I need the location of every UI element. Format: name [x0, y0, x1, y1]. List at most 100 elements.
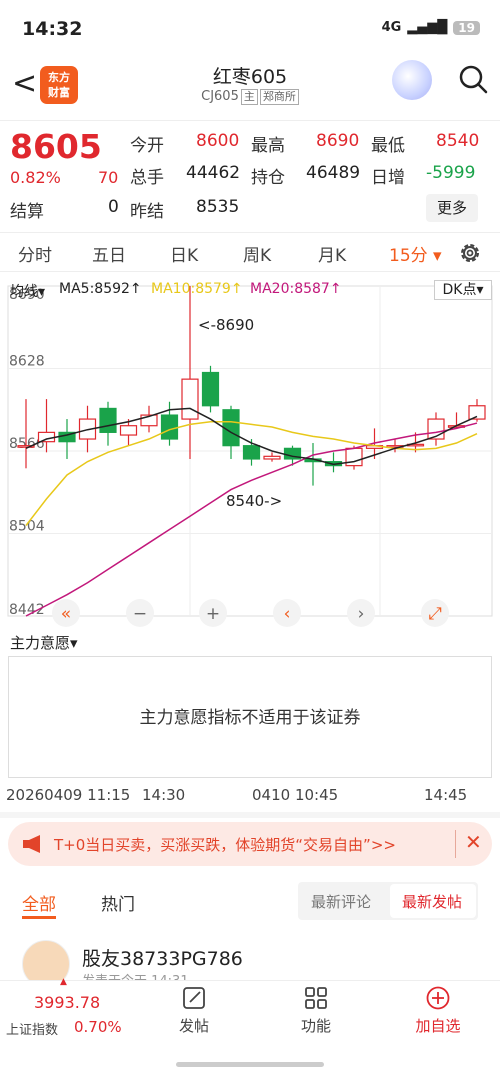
- sort-toggle: 最新评论 最新发帖: [298, 882, 478, 920]
- y-tick-label: 8504: [9, 519, 45, 535]
- ma-label-text: 均线: [10, 284, 38, 300]
- signal-icon: ▂▄▆█: [407, 20, 448, 35]
- tab-all[interactable]: 全部: [22, 890, 56, 915]
- sort-latest-comment[interactable]: 最新评论: [311, 891, 371, 912]
- ma5-value: MA5:8592↑: [59, 281, 142, 297]
- nav-post[interactable]: 发帖: [154, 985, 234, 1036]
- code-text: CJ605: [201, 89, 239, 104]
- tab-15min[interactable]: 15分 ▾: [389, 241, 442, 266]
- time-label-4: 14:45: [424, 786, 468, 804]
- candle-body: [201, 371, 220, 407]
- volume-value: 44462: [186, 163, 241, 183]
- open-label: 今开: [130, 136, 164, 156]
- prev-settle-value: 8535: [196, 197, 240, 217]
- search-icon[interactable]: [456, 62, 490, 96]
- candle-body: [119, 425, 138, 436]
- gear-icon[interactable]: [457, 240, 483, 266]
- volume-label: 总手: [130, 168, 164, 188]
- nav-functions[interactable]: 功能: [276, 985, 356, 1036]
- prev-settle-label: 昨结: [130, 202, 164, 222]
- more-button[interactable]: 更多: [426, 194, 478, 222]
- chart-control-0[interactable]: «: [52, 599, 80, 627]
- chart-control-2[interactable]: +: [199, 599, 227, 627]
- candle-body: [181, 378, 199, 420]
- status-icons: 4G ▂▄▆█ 19: [382, 20, 480, 35]
- chart-control-1[interactable]: −: [126, 599, 154, 627]
- nav-add-label: 加自选: [415, 1017, 461, 1035]
- control-glyph: ‹: [284, 604, 291, 624]
- open-value: 8600: [196, 131, 240, 151]
- promo-divider: [455, 830, 456, 858]
- dk-button[interactable]: DK点▾: [434, 280, 492, 300]
- control-glyph: −: [133, 604, 147, 624]
- ma-label[interactable]: 均线▾: [10, 281, 45, 301]
- nav-functions-label: 功能: [300, 1017, 331, 1035]
- high-value: 8690: [316, 131, 360, 151]
- index-ticker[interactable]: ▲ 3993.78 上证指数 0.70%: [0, 977, 140, 1041]
- y-tick-label: 8628: [9, 354, 45, 370]
- promo-text: T+0当日买卖，买涨买跌，体验期货“交易自由”>>: [54, 836, 396, 854]
- chart-control-5[interactable]: ⤢: [421, 599, 449, 627]
- index-pct: 0.70%: [74, 1018, 122, 1036]
- chart-control-3[interactable]: ‹: [273, 599, 301, 627]
- battery-icon: 19: [453, 20, 480, 35]
- dk-text: DK点: [442, 282, 477, 298]
- annotation-low: 8540->: [226, 492, 282, 510]
- sub-indicator-panel: 主力意愿指标不适用于该证券: [8, 656, 492, 778]
- candle-body: [222, 409, 240, 447]
- megaphone-icon: [23, 835, 40, 853]
- index-value: 3993.78: [34, 993, 101, 1012]
- position-value: 46489: [306, 163, 361, 183]
- up-arrow-icon: ▲: [60, 977, 67, 987]
- candle-body: [263, 455, 281, 460]
- tab-daily-k[interactable]: 日K: [170, 241, 198, 266]
- chart-control-4[interactable]: ›: [347, 599, 375, 627]
- change-percent: 0.82%: [10, 168, 61, 187]
- post-author[interactable]: 股友38733PG786: [82, 944, 243, 971]
- post-item[interactable]: 股友38733PG786 发表于今天 14:31: [0, 934, 500, 989]
- tab-five-day[interactable]: 五日: [92, 241, 126, 266]
- time-axis: 20260409 11:15 14:30 0410 10:45 14:45: [0, 782, 500, 812]
- low-value: 8540: [436, 131, 480, 151]
- tab-intraday[interactable]: 分时: [18, 241, 52, 266]
- kline-chart[interactable]: 86908628856685048442 <-8690 8540-> «− + ‹ ›…: [0, 276, 500, 632]
- index-name: 上证指数: [6, 1023, 59, 1038]
- tab-monthly-k[interactable]: 月K: [318, 241, 346, 266]
- ma10-value: MA10:8579↑: [151, 281, 243, 297]
- candle-body: [99, 407, 117, 433]
- control-glyph: ›: [358, 604, 365, 624]
- control-glyph: +: [206, 604, 220, 624]
- assistant-robot-icon[interactable]: [392, 60, 432, 100]
- settle-label: 结算: [10, 202, 44, 222]
- candle-body: [160, 414, 179, 440]
- daily-inc-label: 日增: [371, 168, 405, 188]
- time-label-1: 20260409 11:15: [6, 786, 131, 804]
- candle-body: [242, 445, 261, 460]
- promo-banner[interactable]: T+0当日买卖，买涨买跌，体验期货“交易自由”>> ✕: [8, 822, 492, 866]
- annotation-high: <-8690: [198, 316, 254, 334]
- high-label: 最高: [251, 136, 285, 156]
- daily-inc-value: -5999: [426, 163, 476, 183]
- comment-tabs: 全部 热门 最新评论 最新发帖: [0, 880, 500, 924]
- time-label-3: 0410 10:45: [252, 786, 339, 804]
- position-label: 持仓: [251, 168, 285, 188]
- ma20-value: MA20:8587↑: [250, 281, 342, 297]
- tab-15min-label: 15分: [389, 246, 428, 266]
- tab-hot[interactable]: 热门: [101, 890, 135, 915]
- settle-value: 0: [108, 197, 119, 217]
- candle-body: [37, 431, 56, 443]
- control-glyph: ⤢: [428, 604, 442, 624]
- nav-post-label: 发帖: [178, 1017, 209, 1035]
- add-circle-icon: [426, 986, 450, 1010]
- quote-panel: 8605 0.82% 70 今开 8600 最高 8690 最低 8540 总手…: [0, 120, 500, 230]
- sub-indicator-label: 主力意愿: [10, 634, 71, 652]
- tab-all-underline: [22, 916, 56, 919]
- status-bar: 14:32 4G ▂▄▆█ 19: [0, 0, 500, 52]
- app-header: < 东方 财富 红枣605 CJ605 主郑商所: [0, 52, 500, 118]
- close-icon[interactable]: ✕: [465, 830, 482, 854]
- sort-latest-post[interactable]: 最新发帖: [402, 891, 462, 912]
- tab-weekly-k[interactable]: 周K: [243, 241, 271, 266]
- control-glyph: «: [61, 604, 71, 624]
- sub-indicator-selector[interactable]: 主力意愿▾: [10, 632, 78, 653]
- nav-add-watchlist[interactable]: 加自选: [398, 985, 478, 1036]
